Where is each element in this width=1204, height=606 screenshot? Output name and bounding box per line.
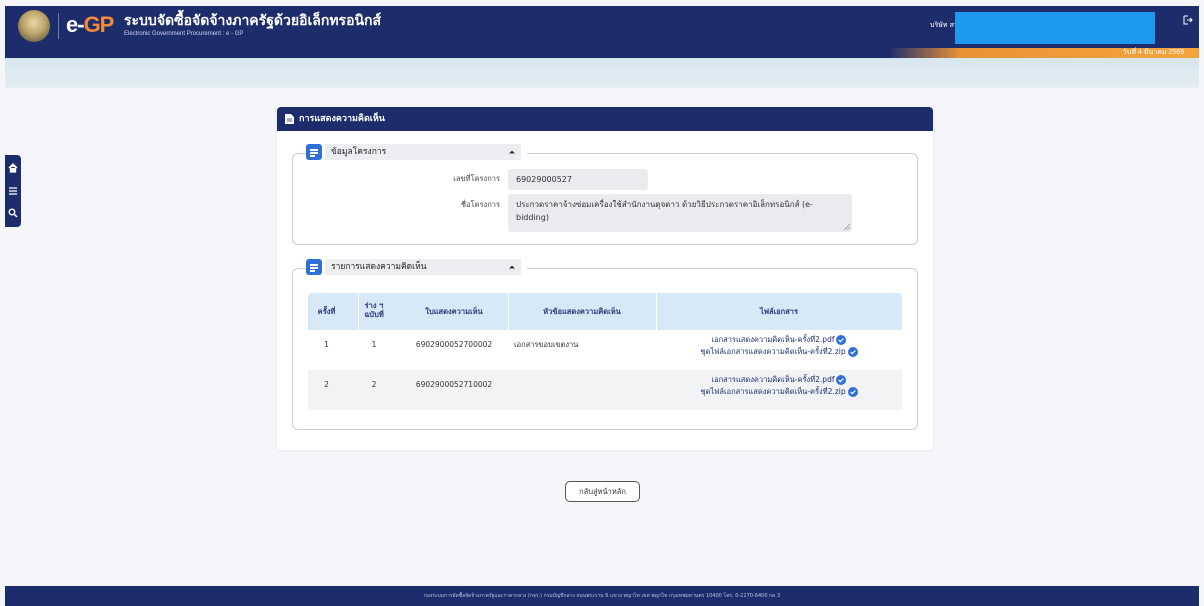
emblem-icon	[18, 10, 50, 42]
menu-icon[interactable]	[8, 186, 18, 196]
comments-legend-label: รายการแสดงความคิดเห็น	[331, 262, 427, 272]
sub-band	[5, 58, 1199, 88]
file-link-pdf[interactable]: เอกสารแสดงความคิดเห็น-ครั้งที่2.pdf	[712, 334, 847, 346]
search-icon[interactable]	[8, 208, 18, 218]
col-topic: หัวข้อแสดงความคิดเห็น	[543, 307, 621, 316]
footer-text: กองระบบการจัดซื้อจัดจ้างภาครัฐและราคากลา…	[423, 593, 781, 599]
list-icon	[306, 259, 322, 275]
side-toolbar	[5, 155, 21, 227]
verified-check-icon	[836, 375, 847, 385]
caret-up-icon[interactable]	[509, 149, 515, 155]
document-icon	[285, 114, 294, 124]
verified-check-icon	[836, 335, 847, 345]
cell-comment-no: 6902900052700002	[415, 340, 493, 349]
table-header: ครั้งที่ ร่าง ฯ ฉบับที่ ใบแสดงความเห็น ห…	[308, 293, 902, 330]
table-row: 2 2 6902900052710002 เอกสารแสดงความคิดเห…	[308, 370, 902, 410]
header-strip	[5, 48, 1199, 58]
project-name-label: ชื่อโครงการ	[460, 200, 500, 209]
file-link-pdf[interactable]: เอกสารแสดงความคิดเห็น-ครั้งที่2.pdf	[712, 374, 847, 386]
cell-round: 2	[324, 380, 329, 389]
col-draft: ร่าง ฯ ฉบับที่	[364, 301, 384, 319]
comments-legend[interactable]: รายการแสดงความคิดเห็น	[306, 259, 527, 275]
project-no-field: 69029000527	[508, 169, 648, 190]
cell-round: 1	[324, 340, 329, 349]
verified-check-icon	[847, 387, 858, 397]
table-row: 1 1 6902900052700002 เอกสารขอบเขตงาน เอก…	[308, 330, 902, 370]
redacted-user-info	[955, 12, 1155, 44]
col-comment-no: ใบแสดงความเห็น	[425, 307, 483, 316]
cell-topic: เอกสารขอบเขตงาน	[514, 340, 579, 349]
col-files: ไฟล์เอกสาร	[759, 307, 799, 316]
caret-up-icon[interactable]	[509, 264, 515, 270]
project-name-field: ประกวดราคาจ้างซ่อมเครื่องใช้สำนักงานดุจด…	[508, 194, 852, 232]
date-text: วันที่ 4 มีนาคม 2569	[1122, 49, 1184, 56]
project-info-legend[interactable]: ข้อมูลโครงการ	[306, 144, 527, 160]
file-link-zip-text: ชุดไฟล์เอกสารแสดงความคิดเห็น-ครั้งที่2.z…	[700, 347, 846, 356]
logo-gp: GP	[83, 12, 115, 37]
col-round: ครั้งที่	[317, 307, 336, 316]
card-title: การแสดงความคิดเห็น	[299, 114, 385, 124]
logout-icon[interactable]	[1183, 15, 1193, 25]
back-to-home-button[interactable]: กลับสู่หน้าหลัก	[565, 481, 640, 502]
cell-draft: 1	[371, 340, 377, 349]
file-link-zip[interactable]: ชุดไฟล์เอกสารแสดงความคิดเห็น-ครั้งที่2.z…	[700, 346, 858, 358]
card-header: การแสดงความคิดเห็น	[277, 107, 933, 131]
verified-check-icon	[847, 347, 858, 357]
header-divider	[58, 13, 59, 39]
project-info-legend-box: ข้อมูลโครงการ	[325, 144, 521, 160]
project-no-label: เลขที่โครงการ	[453, 174, 500, 183]
file-link-zip-text: ชุดไฟล์เอกสารแสดงความคิดเห็น-ครั้งที่2.z…	[700, 387, 846, 396]
home-icon[interactable]	[8, 163, 18, 173]
egp-logo[interactable]: e-GP	[66, 11, 115, 39]
project-name-text: ประกวดราคาจ้างซ่อมเครื่องใช้สำนักงานดุจด…	[516, 200, 813, 222]
cell-comment-no: 6902900052710002	[415, 380, 493, 389]
list-icon	[306, 144, 322, 160]
resize-handle-icon[interactable]	[844, 224, 850, 230]
file-link-pdf-text: เอกสารแสดงความคิดเห็น-ครั้งที่2.pdf	[711, 335, 835, 344]
comments-legend-box: รายการแสดงความคิดเห็น	[325, 259, 521, 275]
system-title: ระบบจัดซื้อจัดจ้างภาครัฐด้วยอิเล็กทรอนิก…	[124, 13, 382, 29]
logo-e: e-	[66, 12, 85, 37]
file-link-pdf-text: เอกสารแสดงความคิดเห็น-ครั้งที่2.pdf	[711, 375, 835, 384]
file-link-zip[interactable]: ชุดไฟล์เอกสารแสดงความคิดเห็น-ครั้งที่2.z…	[700, 386, 858, 398]
footer: กองระบบการจัดซื้อจัดจ้างภาครัฐและราคากลา…	[5, 586, 1199, 606]
cell-draft: 2	[371, 380, 377, 389]
system-subtitle: Electronic Government Procurement : e - …	[124, 31, 244, 37]
project-info-legend-label: ข้อมูลโครงการ	[331, 147, 387, 157]
